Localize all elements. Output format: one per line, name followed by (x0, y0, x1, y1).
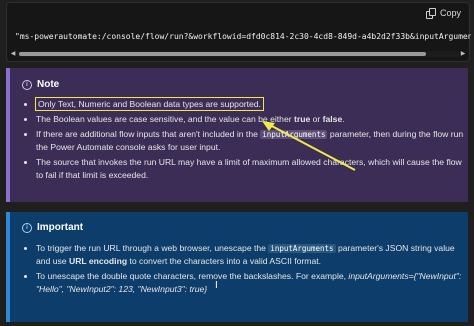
code-line: "ms-powerautomate:/console/flow/run?&wor… (15, 32, 471, 41)
note-item-3: If there are additional flow inputs that… (36, 128, 466, 154)
important-item-2: To unescape the double quote characters,… (36, 270, 466, 296)
scroll-left-arrow-icon[interactable]: ◀ (9, 50, 17, 58)
scroll-track[interactable] (17, 51, 459, 57)
param-code: inputArguments (260, 130, 328, 139)
important-list: To trigger the run URL through a web bro… (22, 242, 466, 298)
note-item-1: Only Text, Numeric and Boolean data type… (35, 97, 466, 111)
important-callout: i Important To trigger the run URL throu… (6, 212, 468, 322)
code-block: Copy "ms-powerautomate:/console/flow/run… (6, 2, 471, 62)
important-item-1: To trigger the run URL through a web bro… (36, 242, 466, 268)
copy-label: Copy (439, 8, 461, 18)
note-title: Note (37, 79, 60, 90)
horizontal-scrollbar[interactable]: ◀ ▶ (9, 50, 467, 58)
note-item-2: The Boolean values are case sensitive, a… (36, 113, 466, 126)
scroll-thumb[interactable] (19, 52, 426, 56)
text-cursor-icon: I (215, 280, 218, 291)
note-heading: i Note (22, 79, 59, 90)
scroll-right-arrow-icon[interactable]: ▶ (459, 50, 467, 58)
note-callout: i Note Only Text, Numeric and Boolean da… (6, 68, 468, 202)
highlighted-text: Only Text, Numeric and Boolean data type… (35, 97, 264, 111)
important-heading: i Important (22, 222, 83, 233)
param-code: inputArguments (268, 244, 336, 253)
bool-false: false (322, 114, 343, 124)
copy-button[interactable]: Copy (425, 8, 461, 19)
important-title: Important (37, 222, 84, 233)
url-encoding-text: URL encoding (68, 256, 128, 266)
info-icon: i (22, 79, 32, 90)
bool-true: true (293, 114, 311, 124)
note-list: Only Text, Numeric and Boolean data type… (22, 97, 466, 184)
copy-icon (425, 8, 436, 19)
info-icon: i (22, 222, 32, 233)
note-item-4: The source that invokes the run URL may … (36, 156, 466, 182)
